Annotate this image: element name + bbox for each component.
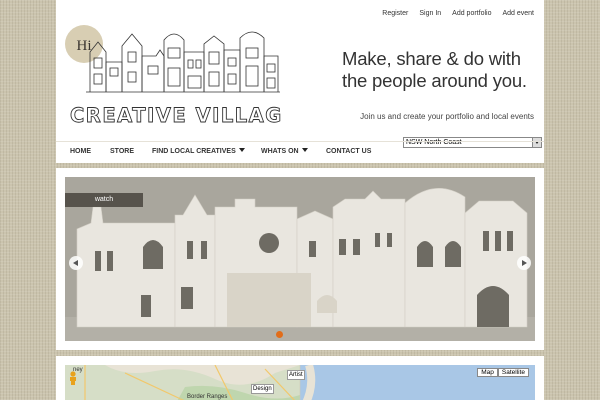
site-header: Register Sign In Add portfolio Add event… [56, 0, 544, 163]
nav-find-local-creatives-label: FIND LOCAL CREATIVES [152, 148, 236, 155]
previous-slide-arrow-icon[interactable] [69, 256, 83, 270]
map-type-controls: Map Satellite [477, 368, 529, 377]
nav-home[interactable]: HOME [70, 148, 91, 155]
next-slide-arrow-icon[interactable] [517, 256, 531, 270]
watch-tab[interactable]: watch [65, 193, 143, 207]
register-link[interactable]: Register [382, 10, 408, 17]
nav-whats-on[interactable]: WHATS ON [261, 148, 308, 155]
hero-slider: watch [56, 168, 544, 350]
map[interactable]: ney Border Ranges Design Artist Map Sate… [65, 365, 535, 400]
nav-store[interactable]: STORE [110, 148, 134, 155]
add-portfolio-link[interactable]: Add portfolio [452, 10, 491, 17]
slide-indicator-dot[interactable] [276, 331, 283, 338]
caret-down-icon [238, 148, 245, 152]
map-marker-artist[interactable]: Artist [287, 370, 305, 380]
nav-store-label: STORE [110, 148, 134, 155]
logo-title: CREATIVE VILLAGE [70, 104, 282, 127]
hero-slide[interactable]: watch [65, 177, 535, 341]
map-panel: ney Border Ranges Design Artist Map Sate… [56, 356, 544, 400]
logo-badge-text: Hi [77, 38, 92, 54]
creative-village-logo[interactable]: Hi CREATIVE VILLAGE [64, 22, 282, 130]
main-nav: HOME STORE FIND LOCAL CREATIVES WHATS ON… [56, 141, 544, 163]
sign-in-link[interactable]: Sign In [419, 10, 441, 17]
tagline: Make, share & do with the people around … [342, 48, 527, 91]
nav-contact-us[interactable]: CONTACT US [326, 148, 371, 155]
nav-whats-on-label: WHATS ON [261, 148, 299, 155]
map-type-button[interactable]: Map [477, 368, 498, 377]
nav-find-local-creatives[interactable]: FIND LOCAL CREATIVES [152, 148, 245, 155]
village-illustration-icon [86, 31, 280, 93]
pegman-icon[interactable] [68, 371, 78, 385]
nav-home-label: HOME [70, 148, 91, 155]
map-label-place-2: Border Ranges [187, 394, 228, 400]
page: Register Sign In Add portfolio Add event… [56, 0, 544, 400]
map-marker-design[interactable]: Design [251, 384, 274, 394]
satellite-type-button[interactable]: Satellite [497, 368, 529, 377]
account-links: Register Sign In Add portfolio Add event [382, 10, 534, 17]
add-event-link[interactable]: Add event [502, 10, 534, 17]
nav-contact-us-label: CONTACT US [326, 148, 372, 155]
subline: Join us and create your portfolio and lo… [360, 112, 534, 121]
caret-down-icon [301, 148, 308, 152]
